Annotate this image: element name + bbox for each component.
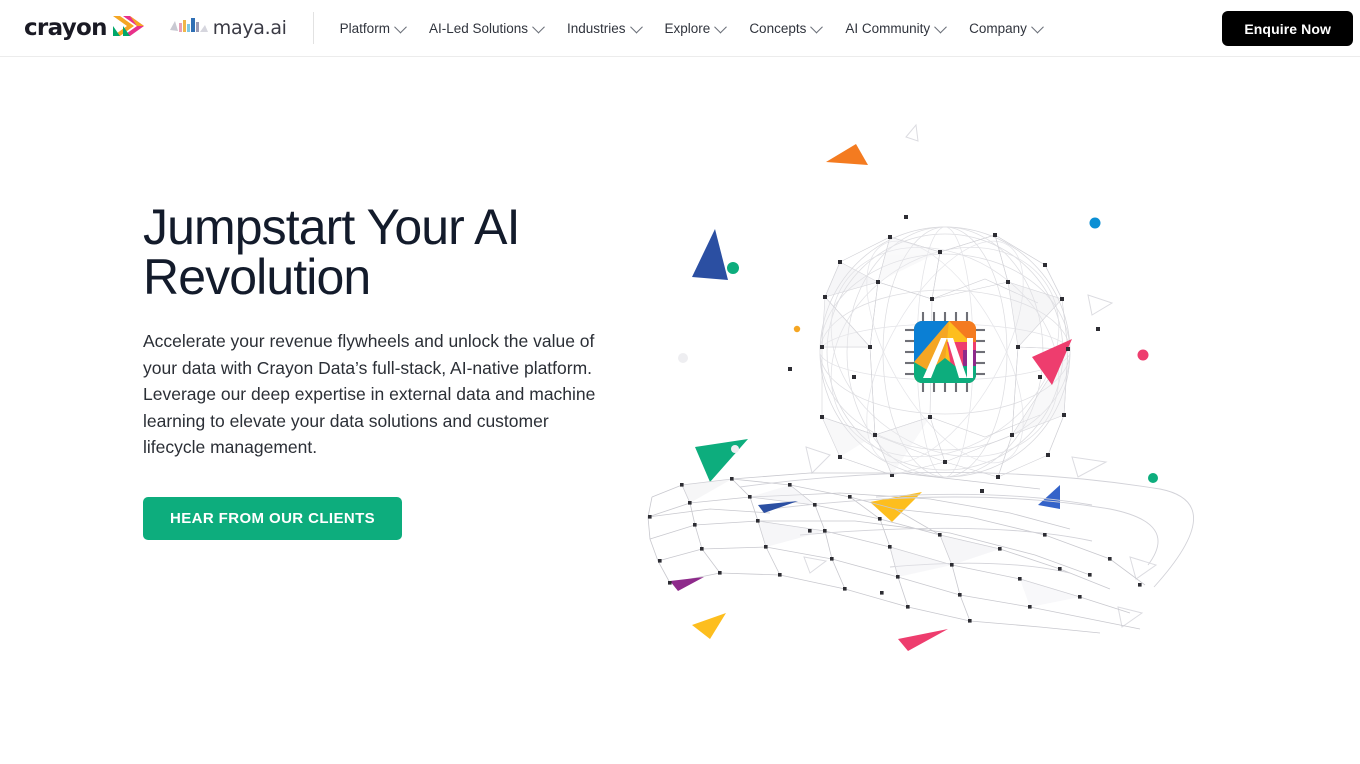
chip-pins	[905, 312, 985, 392]
sphere-accent-facets	[692, 144, 1072, 522]
nav-item-company[interactable]: Company	[969, 15, 1044, 42]
dot-orange-left	[793, 325, 801, 333]
chevron-down-icon	[394, 20, 407, 33]
crayon-logo[interactable]: crayon	[24, 14, 145, 42]
nav-item-explore[interactable]: Explore	[664, 15, 728, 42]
dot-gray-lower-left	[731, 445, 739, 453]
nav-item-label: AI Community	[845, 20, 931, 36]
nav-item-label: Platform	[339, 20, 390, 36]
maya-ai-logo-text: maya.ai	[212, 16, 287, 39]
nav-item-platform[interactable]: Platform	[339, 15, 407, 42]
dot-blue-topright	[1089, 217, 1101, 229]
accent-triangle-yellow-bottom	[870, 492, 922, 522]
chevron-down-icon	[714, 20, 728, 33]
chevron-down-icon	[629, 20, 643, 33]
accent-triangle-pink-right	[1032, 339, 1072, 385]
sphere-nodes	[788, 215, 1100, 493]
page-title: Jumpstart Your AI Revolution	[143, 199, 521, 305]
illustration-svg	[647, 123, 1194, 651]
chevron-down-icon	[810, 20, 824, 33]
hand-facets	[682, 479, 1080, 607]
hero-copy-block: Jumpstart Your AI Revolution Accelerate …	[143, 202, 613, 540]
nav-item-label: Company	[969, 20, 1027, 36]
nav-item-concepts[interactable]: Concepts	[749, 15, 824, 42]
dot-pink-right	[1137, 349, 1149, 361]
hero-description: Accelerate your revenue flywheels and un…	[143, 331, 596, 458]
brand-group: crayon maya.ai	[0, 0, 287, 56]
accent-triangle-blue-topleft	[692, 229, 728, 280]
wireframe-hand	[647, 472, 1146, 634]
header-divider	[312, 12, 314, 44]
crayon-logo-text: crayon	[24, 14, 107, 41]
site-header: crayon maya.ai Platform AI-Led Solutions…	[0, 0, 1360, 57]
nav-item-label: Concepts	[749, 20, 807, 36]
accent-triangle-blue-hand	[758, 501, 798, 513]
dot-gray-left	[678, 353, 688, 363]
accent-triangle-purple-hand	[670, 577, 704, 591]
chevron-down-icon	[532, 20, 545, 33]
hear-from-our-clients-button[interactable]: HEAR FROM OUR CLIENTS	[143, 496, 403, 540]
chevron-down-icon	[934, 20, 948, 33]
accent-triangle-orange-top	[826, 144, 868, 165]
dot-green-right	[1148, 473, 1158, 483]
dot-green-left	[727, 262, 739, 274]
sphere-facets	[822, 237, 1068, 475]
nav-item-ai-community[interactable]: AI Community	[845, 15, 948, 42]
nav-item-label: AI-Led Solutions	[428, 20, 528, 36]
ai-chip-logo	[905, 312, 985, 392]
nav-item-label: Industries	[567, 20, 626, 36]
ai-sphere-illustration	[640, 117, 1260, 677]
nav-item-industries[interactable]: Industries	[567, 15, 643, 42]
maya-bars-icon	[169, 15, 211, 42]
hand-strands	[739, 472, 1194, 588]
nav-item-label: Explore	[664, 20, 711, 36]
floating-dots	[678, 217, 1158, 483]
hero-section: Jumpstart Your AI Revolution Accelerate …	[0, 57, 1360, 764]
crayon-chevron-icon	[111, 15, 145, 42]
nav-item-ai-led-solutions[interactable]: AI-Led Solutions	[428, 15, 545, 42]
sphere-mesh	[819, 226, 1071, 478]
accent-triangle-yellow-hand	[692, 613, 726, 639]
maya-ai-logo[interactable]: maya.ai	[169, 15, 287, 41]
hand-accent-facets	[670, 501, 948, 651]
enquire-now-button[interactable]: Enquire Now	[1222, 11, 1353, 46]
main-navigation: Platform AI-Led Solutions Industries Exp…	[339, 15, 1044, 42]
chevron-down-icon	[1031, 20, 1044, 33]
outline-triangles	[803, 123, 1158, 628]
accent-triangle-blue-bottomright	[1038, 485, 1060, 509]
accent-triangle-teal-left	[695, 439, 748, 482]
chip-face	[914, 321, 976, 383]
accent-triangle-pink-hand	[898, 629, 948, 651]
hand-nodes	[648, 477, 1142, 623]
sphere-chords	[821, 234, 1069, 478]
